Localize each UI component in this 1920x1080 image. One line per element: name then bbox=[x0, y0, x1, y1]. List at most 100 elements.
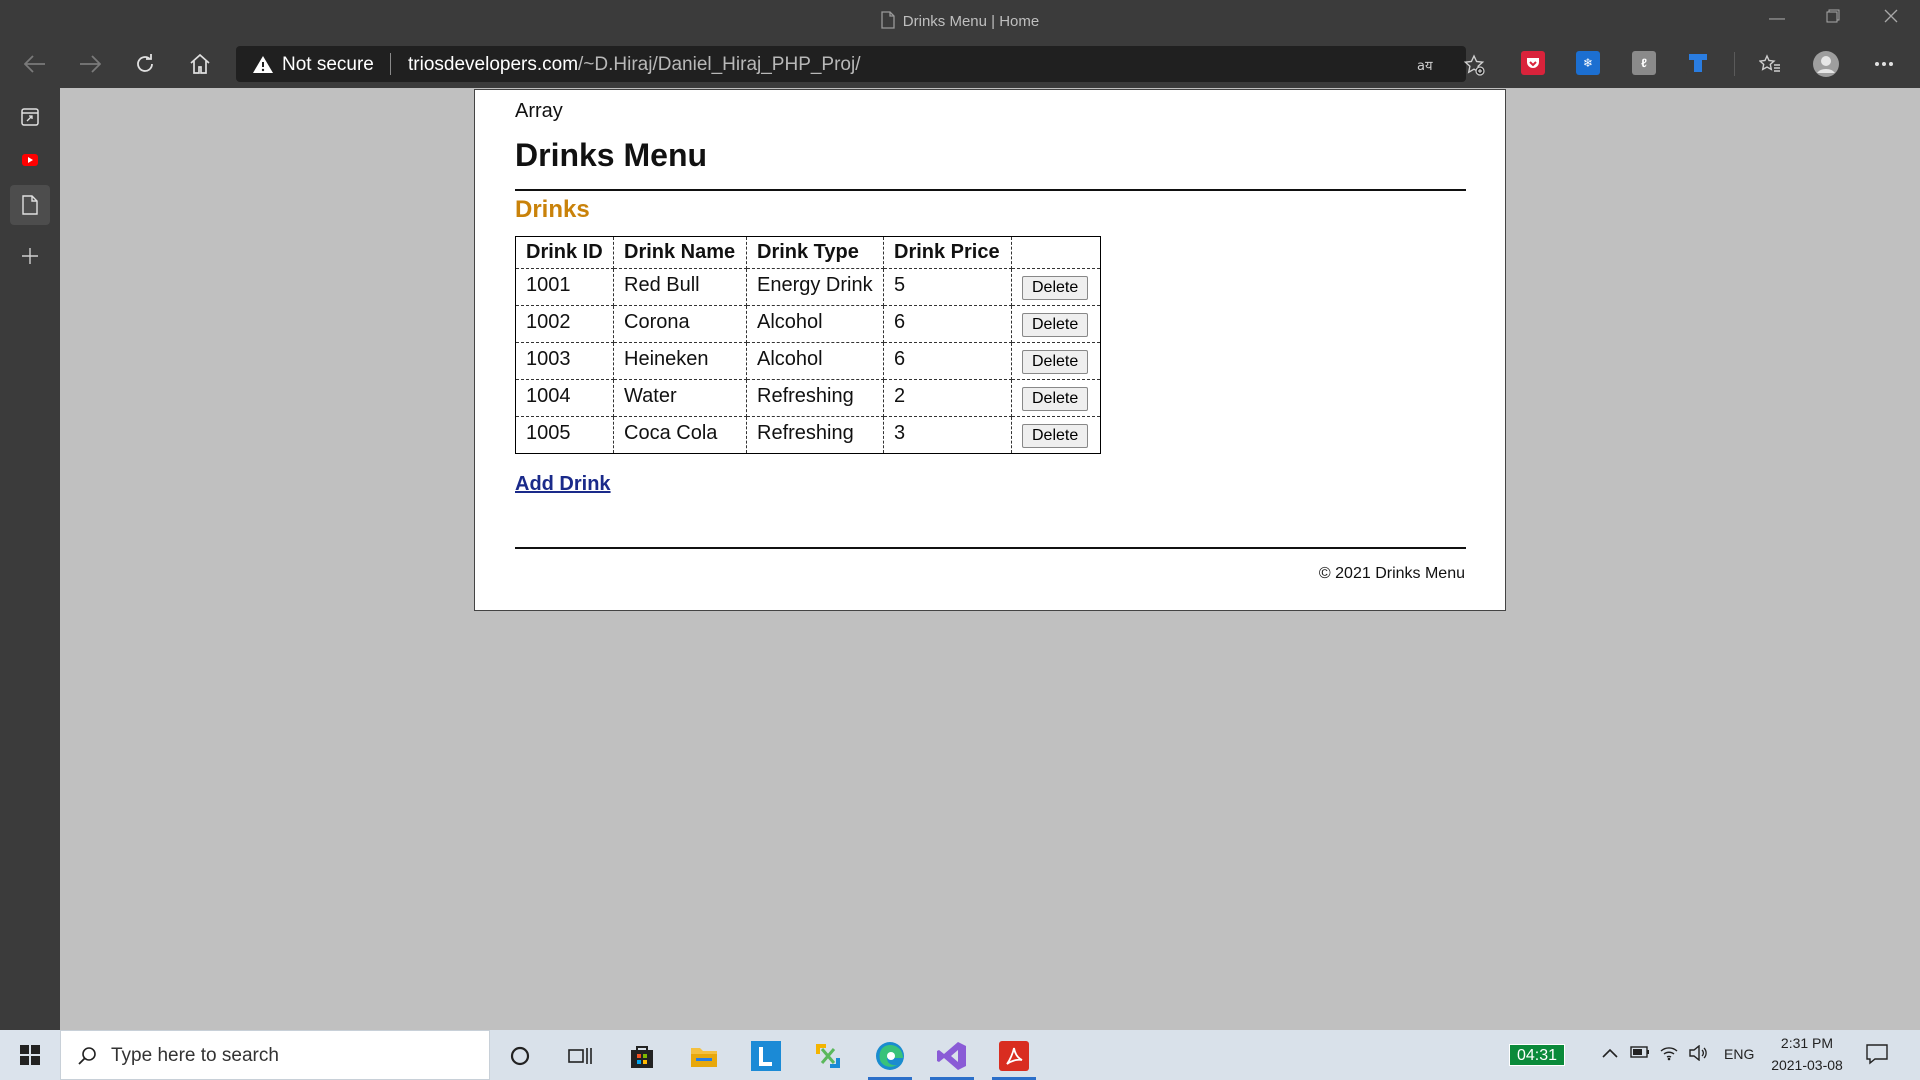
delete-button[interactable]: Delete bbox=[1022, 312, 1089, 337]
notifications-button[interactable] bbox=[1866, 1043, 1888, 1070]
home-button[interactable] bbox=[185, 49, 215, 79]
delete-button[interactable]: Delete bbox=[1022, 386, 1089, 411]
section-heading: Drinks bbox=[515, 196, 590, 223]
url-host: triosdevelopers.com bbox=[408, 54, 579, 75]
table-header-row: Drink ID Drink Name Drink Type Drink Pri… bbox=[515, 236, 1101, 269]
input-language[interactable]: ENG bbox=[1724, 1046, 1754, 1062]
window-title: Drinks Menu | Home bbox=[0, 11, 1920, 30]
volume-icon bbox=[1689, 1044, 1707, 1062]
column-header-name: Drink Name bbox=[613, 236, 747, 269]
address-bar[interactable]: Not secure triosdevelopers.com/~D.Hiraj/… bbox=[236, 46, 1485, 82]
store-icon bbox=[631, 1046, 653, 1068]
drink-name: Water bbox=[613, 379, 747, 417]
clock-time[interactable]: 2:31 PM bbox=[1770, 1035, 1844, 1051]
favorites-icon bbox=[1759, 54, 1780, 72]
table-row: 1003 Heineken Alcohol 6 Delete bbox=[515, 342, 1101, 380]
read-aloud-icon[interactable]: aय bbox=[1416, 53, 1440, 77]
page-title: Drinks Menu bbox=[515, 137, 708, 173]
search-icon bbox=[78, 1047, 96, 1065]
footer-divider bbox=[515, 547, 1466, 549]
forward-button[interactable] bbox=[75, 49, 105, 79]
snipping-tool-icon bbox=[816, 1044, 840, 1068]
volume-control[interactable] bbox=[1689, 1044, 1709, 1065]
delete-button[interactable]: Delete bbox=[1022, 349, 1089, 374]
taskbar-app-edge[interactable] bbox=[868, 1035, 912, 1080]
drink-type: Alcohol bbox=[746, 342, 884, 380]
pocket-extension-icon[interactable] bbox=[1521, 51, 1545, 75]
drink-id: 1002 bbox=[515, 305, 614, 343]
profile-button[interactable] bbox=[1811, 49, 1841, 79]
settings-menu-button[interactable] bbox=[1869, 49, 1899, 79]
add-drink-link[interactable]: Add Drink bbox=[515, 473, 611, 496]
drink-name: Coca Cola bbox=[613, 416, 747, 454]
close-window-button[interactable] bbox=[1876, 8, 1906, 30]
address-separator bbox=[390, 53, 391, 75]
wifi-status[interactable] bbox=[1660, 1045, 1678, 1065]
tab-actions-button[interactable] bbox=[10, 97, 50, 137]
new-tab-button[interactable] bbox=[10, 236, 50, 276]
taskbar-app-store[interactable] bbox=[620, 1035, 664, 1077]
table-row: 1002 Corona Alcohol 6 Delete bbox=[515, 305, 1101, 343]
taskbar-app-l[interactable] bbox=[744, 1035, 788, 1077]
toolbar-divider bbox=[1734, 52, 1735, 76]
trello-extension-icon[interactable] bbox=[1686, 51, 1710, 75]
security-label[interactable]: Not secure bbox=[282, 54, 374, 76]
drink-type: Alcohol bbox=[746, 305, 884, 343]
drink-price: 3 bbox=[883, 416, 1012, 454]
drink-id: 1004 bbox=[515, 379, 614, 417]
table-row: 1004 Water Refreshing 2 Delete bbox=[515, 379, 1101, 417]
drink-id: 1001 bbox=[515, 268, 614, 306]
warning-icon[interactable] bbox=[252, 55, 274, 74]
taskbar-app-snipping[interactable] bbox=[806, 1035, 850, 1077]
timer-widget[interactable]: 04:31 bbox=[1509, 1044, 1565, 1066]
refresh-icon bbox=[137, 54, 153, 72]
clock-date[interactable]: 2021-03-08 bbox=[1764, 1057, 1850, 1073]
vertical-tabs-sidebar bbox=[0, 88, 60, 1030]
browser-toolbar: Not secure triosdevelopers.com/~D.Hiraj/… bbox=[0, 40, 1920, 88]
favorites-button[interactable] bbox=[1755, 49, 1785, 79]
arrow-left-icon bbox=[24, 55, 45, 73]
taskbar-app-visual-studio[interactable] bbox=[930, 1035, 974, 1080]
battery-status[interactable] bbox=[1630, 1045, 1650, 1062]
snowflake-extension-icon[interactable]: ❄ bbox=[1576, 51, 1600, 75]
search-placeholder: Type here to search bbox=[111, 1045, 279, 1066]
plus-icon bbox=[22, 248, 38, 264]
drink-price: 5 bbox=[883, 268, 1012, 306]
drink-price: 6 bbox=[883, 342, 1012, 380]
drink-type: Energy Drink bbox=[746, 268, 884, 306]
back-button[interactable] bbox=[20, 49, 50, 79]
column-header-price: Drink Price bbox=[883, 236, 1012, 269]
edge-icon bbox=[876, 1042, 904, 1070]
restore-button[interactable] bbox=[1818, 8, 1848, 30]
taskbar-search[interactable]: Type here to search bbox=[60, 1030, 490, 1080]
url-path: /~D.Hiraj/Daniel_Hiraj_PHP_Proj/ bbox=[578, 54, 861, 75]
refresh-button[interactable] bbox=[130, 49, 160, 79]
show-hidden-icons-button[interactable] bbox=[1602, 1045, 1618, 1062]
taskbar-app-file-explorer[interactable] bbox=[682, 1035, 726, 1077]
drink-price: 2 bbox=[883, 379, 1012, 417]
url-text[interactable]: triosdevelopers.com/~D.Hiraj/Daniel_Hira… bbox=[408, 54, 861, 76]
start-button[interactable] bbox=[0, 1030, 60, 1080]
delete-button[interactable]: Delete bbox=[1022, 275, 1089, 300]
task-view-button[interactable] bbox=[558, 1035, 602, 1077]
arrow-right-icon bbox=[80, 55, 101, 73]
drink-actions: Delete bbox=[1011, 379, 1101, 417]
table-row: 1001 Red Bull Energy Drink 5 Delete bbox=[515, 268, 1101, 306]
l-app-icon bbox=[751, 1041, 781, 1071]
windows-taskbar: Type here to search 04:31 ENG 2:31 PM 20… bbox=[0, 1030, 1920, 1080]
battery-icon bbox=[1630, 1046, 1649, 1058]
window-titlebar: Drinks Menu | Home — bbox=[0, 0, 1920, 40]
cortana-button[interactable] bbox=[498, 1035, 542, 1077]
drink-name: Heineken bbox=[613, 342, 747, 380]
pdf-icon bbox=[999, 1041, 1029, 1071]
delete-button[interactable]: Delete bbox=[1022, 423, 1089, 448]
minimize-button[interactable]: — bbox=[1762, 8, 1792, 30]
grammar-extension-icon[interactable]: ℓ bbox=[1632, 51, 1656, 75]
wifi-icon bbox=[1660, 1047, 1678, 1061]
add-favorite-icon[interactable] bbox=[1462, 53, 1486, 77]
taskbar-app-acrobat[interactable] bbox=[992, 1035, 1036, 1080]
tab-youtube[interactable] bbox=[10, 140, 50, 180]
tab-drinks-menu[interactable] bbox=[10, 185, 50, 225]
drinks-table: Drink ID Drink Name Drink Type Drink Pri… bbox=[515, 236, 1101, 454]
window-title-text: Drinks Menu | Home bbox=[902, 13, 1040, 30]
